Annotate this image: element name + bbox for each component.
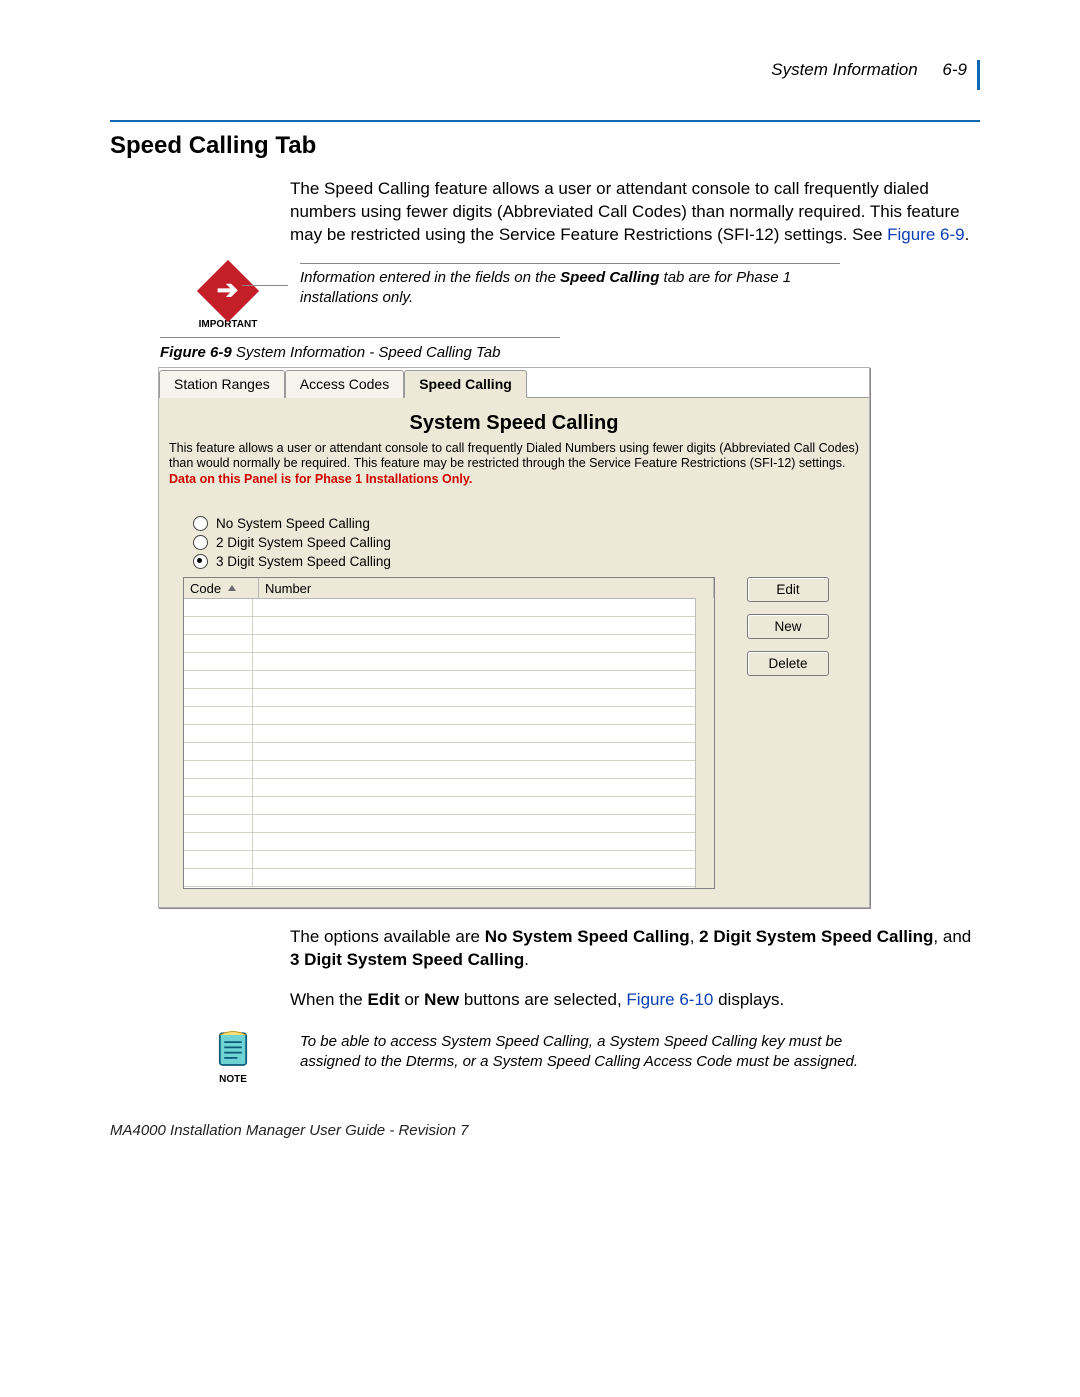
tab-bar: Station Ranges Access Codes Speed Callin… bbox=[159, 368, 869, 398]
radio-icon bbox=[193, 554, 208, 569]
header-section: System Information bbox=[771, 60, 917, 79]
important-block: ➔ IMPORTANT Information entered in the f… bbox=[110, 263, 980, 323]
grid-rows bbox=[184, 599, 714, 887]
figure-caption: Figure 6-9 System Information - Speed Ca… bbox=[160, 337, 560, 361]
page-footer: MA4000 Installation Manager User Guide -… bbox=[110, 1122, 980, 1139]
note-icon: NOTE bbox=[198, 1028, 268, 1085]
radio-icon bbox=[193, 516, 208, 531]
radio-no-speed-calling[interactable]: No System Speed Calling bbox=[193, 516, 859, 531]
column-number[interactable]: Number bbox=[259, 578, 714, 598]
radio-label: 2 Digit System Speed Calling bbox=[216, 535, 391, 550]
delete-button[interactable]: Delete bbox=[747, 651, 829, 676]
edit-new-paragraph: When the Edit or New buttons are selecte… bbox=[290, 989, 980, 1012]
page-title: Speed Calling Tab bbox=[110, 132, 980, 160]
options-paragraph: The options available are No System Spee… bbox=[290, 926, 980, 972]
radio-2-digit[interactable]: 2 Digit System Speed Calling bbox=[193, 535, 859, 550]
header-page-number: 6-9 bbox=[942, 60, 967, 79]
speed-calling-panel: Station Ranges Access Codes Speed Callin… bbox=[158, 367, 870, 908]
divider bbox=[110, 120, 980, 122]
figure-link-6-10[interactable]: Figure 6-10 bbox=[626, 990, 713, 1009]
sort-asc-icon bbox=[228, 585, 236, 591]
scrollbar[interactable] bbox=[695, 598, 714, 888]
panel-title: System Speed Calling bbox=[169, 412, 859, 435]
panel-warning: Data on this Panel is for Phase 1 Instal… bbox=[169, 472, 859, 486]
note-block: NOTE To be able to access System Speed C… bbox=[110, 1028, 980, 1084]
speed-calling-grid[interactable]: Code Number bbox=[183, 577, 715, 889]
figure-link-6-9[interactable]: Figure 6-9 bbox=[887, 225, 964, 244]
note-text: To be able to access System Speed Callin… bbox=[300, 1028, 860, 1073]
page-header: System Information 6-9 bbox=[110, 60, 980, 90]
intro-text: The Speed Calling feature allows a user … bbox=[290, 179, 960, 244]
radio-3-digit[interactable]: 3 Digit System Speed Calling bbox=[193, 554, 859, 569]
edit-button[interactable]: Edit bbox=[747, 577, 829, 602]
panel-description: This feature allows a user or attendant … bbox=[169, 441, 859, 472]
radio-label: No System Speed Calling bbox=[216, 516, 370, 531]
intro-paragraph: The Speed Calling feature allows a user … bbox=[290, 178, 980, 247]
column-code[interactable]: Code bbox=[184, 578, 259, 598]
grid-header: Code Number bbox=[184, 578, 714, 599]
new-button[interactable]: New bbox=[747, 614, 829, 639]
tab-access-codes[interactable]: Access Codes bbox=[285, 370, 404, 398]
note-label: NOTE bbox=[198, 1074, 268, 1085]
important-text: Information entered in the fields on the… bbox=[300, 263, 840, 309]
intro-after: . bbox=[965, 225, 970, 244]
important-icon: ➔ IMPORTANT bbox=[188, 263, 268, 330]
tab-speed-calling[interactable]: Speed Calling bbox=[404, 370, 527, 398]
radio-label: 3 Digit System Speed Calling bbox=[216, 554, 391, 569]
tab-station-ranges[interactable]: Station Ranges bbox=[159, 370, 285, 398]
radio-group: No System Speed Calling 2 Digit System S… bbox=[193, 516, 859, 569]
radio-icon bbox=[193, 535, 208, 550]
